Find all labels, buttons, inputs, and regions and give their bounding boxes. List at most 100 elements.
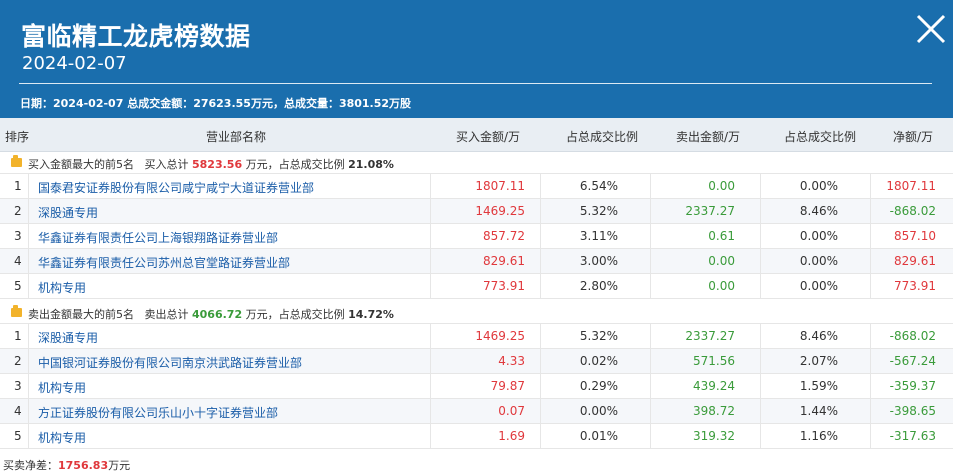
cell-sell: 398.72 (693, 404, 735, 418)
cell-rank: 4 (14, 254, 22, 268)
col-sell: 卖出金额/万 (676, 130, 741, 144)
col-buy: 买入金额/万 (456, 130, 521, 144)
cell-name[interactable]: 华鑫证券有限责任公司苏州总官堂路证券营业部 (38, 254, 290, 271)
column-divider (430, 174, 431, 199)
column-divider (650, 199, 651, 224)
column-divider (760, 199, 761, 224)
cell-sell: 319.32 (693, 429, 735, 443)
cell-rank: 5 (14, 429, 22, 443)
column-divider (650, 324, 651, 349)
column-divider (540, 399, 541, 424)
column-divider (870, 349, 871, 374)
cell-net: 857.10 (894, 229, 936, 243)
cell-buy: 0.07 (498, 404, 525, 418)
folder-icon (11, 155, 22, 167)
cell-sell: 571.56 (693, 354, 735, 368)
cell-name[interactable]: 机构专用 (38, 379, 86, 396)
cell-sell-pct: 0.00% (799, 179, 838, 193)
cell-name[interactable]: 国泰君安证券股份有限公司咸宁咸宁大道证券营业部 (38, 179, 314, 196)
table-row: 2 深股通专用 1469.25 5.32% 2337.27 8.46% -868.02 (0, 199, 953, 224)
sell-total-value: 4066.72 (192, 308, 243, 321)
column-divider (540, 199, 541, 224)
cell-rank: 2 (14, 354, 22, 368)
table-row: 3 华鑫证券有限责任公司上海银翔路证券营业部 857.72 3.11% 0.61 0.00… (0, 224, 953, 249)
cell-rank: 1 (14, 179, 22, 193)
column-divider (650, 249, 651, 274)
table-row: 3 机构专用 79.87 0.29% 439.24 1.59% -359.37 (0, 374, 953, 399)
cell-buy: 773.91 (483, 279, 525, 293)
cell-name[interactable]: 华鑫证券有限责任公司上海银翔路证券营业部 (38, 229, 278, 246)
table-row: 5 机构专用 1.69 0.01% 319.32 1.16% -317.63 (0, 424, 953, 449)
table-row: 1 深股通专用 1469.25 5.32% 2337.27 8.46% -868.02 (0, 324, 953, 349)
cell-net: 1807.11 (886, 179, 936, 193)
cell-name[interactable]: 机构专用 (38, 279, 86, 296)
cell-name[interactable]: 深股通专用 (38, 329, 98, 346)
column-divider (650, 374, 651, 399)
column-divider (430, 274, 431, 299)
trade-summary: 日期：2024-02-07 总成交金额：27623.55万元，总成交量：3801… (20, 97, 412, 110)
column-divider (870, 249, 871, 274)
cell-sell-pct: 8.46% (799, 204, 838, 218)
cell-rank: 2 (14, 204, 22, 218)
column-divider (430, 349, 431, 374)
column-divider (650, 174, 651, 199)
column-divider (760, 274, 761, 299)
column-divider (650, 274, 651, 299)
sell-total-label: 卖出总计 (144, 308, 189, 321)
cell-net: -567.24 (889, 354, 936, 368)
cell-name[interactable]: 中国银河证券股份有限公司南京洪武路证券营业部 (38, 354, 302, 371)
close-icon[interactable] (914, 12, 948, 46)
cell-sell-pct: 0.00% (799, 229, 838, 243)
column-divider (760, 174, 761, 199)
column-divider (650, 224, 651, 249)
col-name: 营业部名称 (206, 130, 267, 144)
cell-net: -868.02 (889, 329, 936, 343)
column-divider (760, 224, 761, 249)
col-buy-pct: 占总成交比例 (566, 130, 639, 144)
cell-buy-pct: 3.11% (579, 229, 618, 243)
column-divider (650, 399, 651, 424)
column-divider (760, 349, 761, 374)
cell-sell: 439.24 (693, 379, 735, 393)
cell-net: -868.02 (889, 204, 936, 218)
column-divider (430, 424, 431, 449)
table-row: 4 华鑫证券有限责任公司苏州总官堂路证券营业部 829.61 3.00% 0.00 0.0… (0, 249, 953, 274)
cell-buy-pct: 0.29% (579, 379, 618, 393)
page-date: 2024-02-07 (22, 53, 127, 74)
net-diff-label: 买卖净差： (3, 459, 58, 472)
column-divider (430, 324, 431, 349)
folder-icon (11, 305, 22, 317)
column-divider (540, 349, 541, 374)
column-divider (28, 349, 29, 374)
column-divider (28, 374, 29, 399)
column-divider (430, 399, 431, 424)
column-divider (28, 224, 29, 249)
column-divider (540, 224, 541, 249)
cell-buy-pct: 6.54% (579, 179, 618, 193)
table-row: 2 中国银河证券股份有限公司南京洪武路证券营业部 4.33 0.02% 571.56 2.… (0, 349, 953, 374)
header: 富临精工龙虎榜数据 2024-02-07 日期：2024-02-07 总成交金额… (0, 0, 953, 118)
cell-net: -398.65 (889, 404, 936, 418)
cell-sell: 0.00 (708, 179, 735, 193)
table-row: 1 国泰君安证券股份有限公司咸宁咸宁大道证券营业部 1807.11 6.54% 0.00… (0, 174, 953, 199)
cell-sell: 0.00 (708, 279, 735, 293)
column-divider (430, 199, 431, 224)
cell-sell-pct: 1.44% (799, 404, 838, 418)
cell-sell: 2337.27 (685, 204, 735, 218)
cell-name[interactable]: 方正证券股份有限公司乐山小十字证券营业部 (38, 404, 278, 421)
column-divider (870, 424, 871, 449)
column-divider (650, 424, 651, 449)
footer: 买卖净差：1756.83万元 (0, 452, 953, 476)
header-divider (19, 83, 932, 84)
cell-buy-pct: 2.80% (579, 279, 618, 293)
cell-name[interactable]: 机构专用 (38, 429, 86, 446)
cell-net: -359.37 (889, 379, 936, 393)
net-diff-unit: 万元 (108, 459, 131, 472)
column-divider (540, 174, 541, 199)
buy-total-value: 5823.56 (192, 158, 243, 171)
cell-name[interactable]: 深股通专用 (38, 204, 98, 221)
cell-sell-pct: 2.07% (799, 354, 838, 368)
col-rank: 排序 (5, 130, 30, 144)
column-divider (28, 424, 29, 449)
column-divider (870, 224, 871, 249)
